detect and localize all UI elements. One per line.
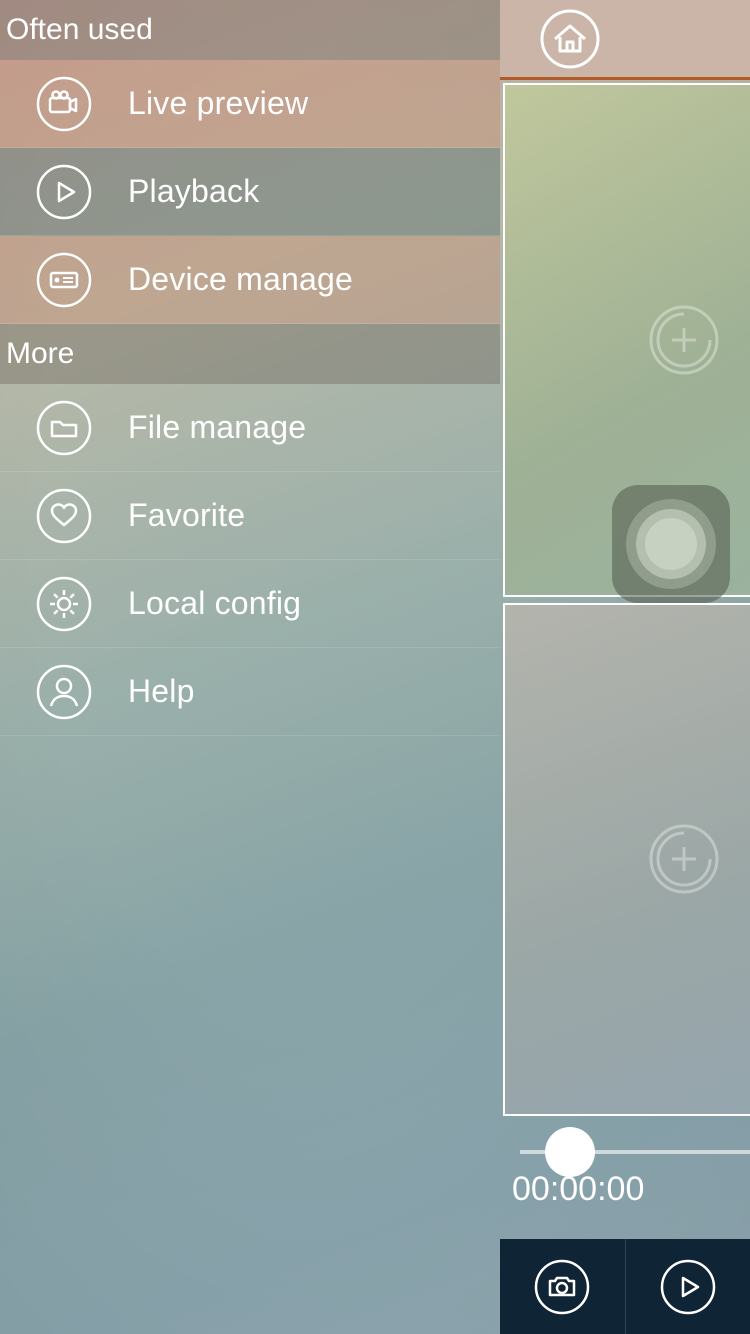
menu-item-favorite[interactable]: Favorite	[0, 472, 500, 560]
assistive-touch-core	[645, 518, 697, 570]
side-drawer: Often used Live preview Playback Device …	[0, 0, 500, 1334]
top-bar	[500, 0, 750, 80]
menu-item-label: Playback	[128, 173, 259, 210]
menu-item-label: Favorite	[128, 497, 245, 534]
main-app-content: 00:00:00	[500, 0, 750, 1334]
menu-item-device-manage[interactable]: Device manage	[0, 236, 500, 324]
play-button[interactable]	[626, 1239, 750, 1334]
assistive-touch-ring	[626, 499, 716, 589]
playback-timestamp: 00:00:00	[500, 1170, 750, 1209]
menu-item-label: File manage	[128, 409, 306, 446]
assistive-touch-button[interactable]	[612, 485, 730, 603]
home-button[interactable]	[540, 9, 600, 69]
assistive-touch-ring	[636, 509, 706, 579]
menu-item-playback[interactable]: Playback	[0, 148, 500, 236]
playback-slider-row: 00:00:00	[500, 1119, 750, 1239]
gear-icon	[36, 576, 92, 632]
play-icon	[36, 164, 92, 220]
add-device-icon	[648, 304, 720, 376]
menu-item-local-config[interactable]: Local config	[0, 560, 500, 648]
menu-item-label: Device manage	[128, 261, 353, 298]
snapshot-button[interactable]	[500, 1239, 626, 1334]
section-header-often-used: Often used	[0, 0, 500, 60]
camera-icon	[36, 76, 92, 132]
video-tile-2[interactable]	[503, 603, 750, 1117]
section-label: Often used	[6, 13, 153, 47]
folder-icon	[36, 400, 92, 456]
bottom-toolbar	[500, 1239, 750, 1334]
person-icon	[36, 664, 92, 720]
play-icon	[660, 1259, 716, 1315]
menu-item-label: Live preview	[128, 85, 308, 122]
add-device-icon	[648, 823, 720, 895]
menu-item-help[interactable]: Help	[0, 648, 500, 736]
slider-knob[interactable]	[545, 1127, 595, 1177]
camera-snapshot-icon	[534, 1259, 590, 1315]
section-header-more: More	[0, 324, 500, 384]
menu-item-label: Help	[128, 673, 195, 710]
section-label: More	[6, 337, 74, 371]
heart-icon	[36, 488, 92, 544]
menu-item-label: Local config	[128, 585, 301, 622]
menu-item-file-manage[interactable]: File manage	[0, 384, 500, 472]
device-icon	[36, 252, 92, 308]
menu-item-live-preview[interactable]: Live preview	[0, 60, 500, 148]
playback-slider[interactable]	[520, 1150, 750, 1154]
